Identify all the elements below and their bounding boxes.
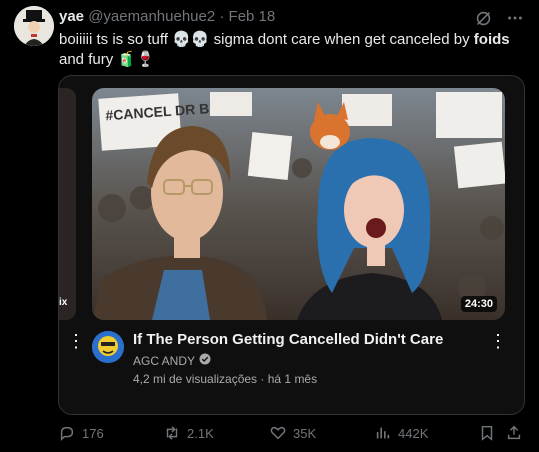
channel-row: AGC ANDY	[133, 353, 211, 368]
tweet-text-bold: foids	[473, 31, 510, 48]
video-more-icon[interactable]: ⋮	[489, 332, 507, 350]
video-meta: 4,2 mi de visualizações · há 1 mês	[133, 372, 317, 386]
reply-icon	[60, 426, 74, 442]
grok-icon[interactable]	[473, 8, 493, 28]
tweet-header: yae @yaemanhuehue2 · Feb 18	[59, 8, 275, 26]
video-thumbnail[interactable]: #CANCEL DR BLANE 24:30	[92, 88, 505, 320]
repost-count: 2.1K	[187, 425, 214, 441]
tweet-text: boiiiii ts is so tuff 💀💀 sigma dont care…	[59, 30, 519, 70]
top-icons	[473, 8, 525, 28]
author-avatar[interactable]	[14, 6, 54, 46]
video-duration: 24:30	[460, 296, 497, 312]
bookmark-icon	[481, 425, 493, 441]
author-handle[interactable]: @yaemanhuehue2	[88, 8, 215, 25]
protest-sign-2	[210, 92, 252, 116]
left-more-icon[interactable]: ⋮	[67, 332, 85, 350]
channel-name[interactable]: AGC ANDY	[133, 354, 195, 368]
reply-button[interactable]: 176	[58, 424, 104, 442]
share-button[interactable]	[505, 424, 523, 442]
protest-sign-3	[247, 132, 293, 180]
protest-sign-5	[436, 92, 502, 138]
tweet-text-part2: and fury 🧃🍷	[59, 51, 155, 68]
tweet[interactable]: yae @yaemanhuehue2 · Feb 18 boiiiii ts i…	[0, 0, 539, 452]
more-icon[interactable]	[505, 8, 525, 28]
tweet-date[interactable]: Feb 18	[229, 8, 276, 25]
separator: ·	[219, 8, 225, 25]
author-name[interactable]: yae	[59, 8, 84, 25]
bookmark-button[interactable]	[478, 424, 496, 442]
video-title[interactable]: If The Person Getting Cancelled Didn't C…	[133, 331, 443, 348]
like-icon	[270, 426, 286, 440]
video-card[interactable]: ix #CANCEL DR BLANE 24:30 ⋮ If The Perso…	[58, 75, 525, 415]
tweet-text-part1: boiiiii ts is so tuff 💀💀 sigma dont care…	[59, 31, 474, 48]
channel-avatar[interactable]	[92, 331, 124, 363]
video-meta-separator: ·	[260, 372, 265, 386]
reply-count: 176	[82, 425, 104, 441]
video-age: há 1 mês	[267, 372, 318, 386]
protest-sign-6	[453, 141, 505, 189]
action-bar: 176 2.1K 35K 442K	[58, 424, 524, 444]
verified-icon	[199, 353, 211, 368]
previous-video-thumbnail[interactable]: ix	[59, 88, 76, 320]
repost-button[interactable]: 2.1K	[163, 424, 214, 442]
side-thumbnail-label: ix	[59, 297, 68, 308]
like-button[interactable]: 35K	[269, 424, 316, 442]
video-views: 4,2 mi de visualizações	[133, 372, 258, 386]
protest-sign-4	[342, 94, 392, 126]
views-button[interactable]: 442K	[374, 424, 428, 442]
views-count: 442K	[398, 425, 429, 441]
like-count: 35K	[293, 425, 317, 441]
views-icon	[376, 427, 390, 439]
share-icon	[507, 425, 521, 440]
repost-icon	[166, 426, 178, 440]
